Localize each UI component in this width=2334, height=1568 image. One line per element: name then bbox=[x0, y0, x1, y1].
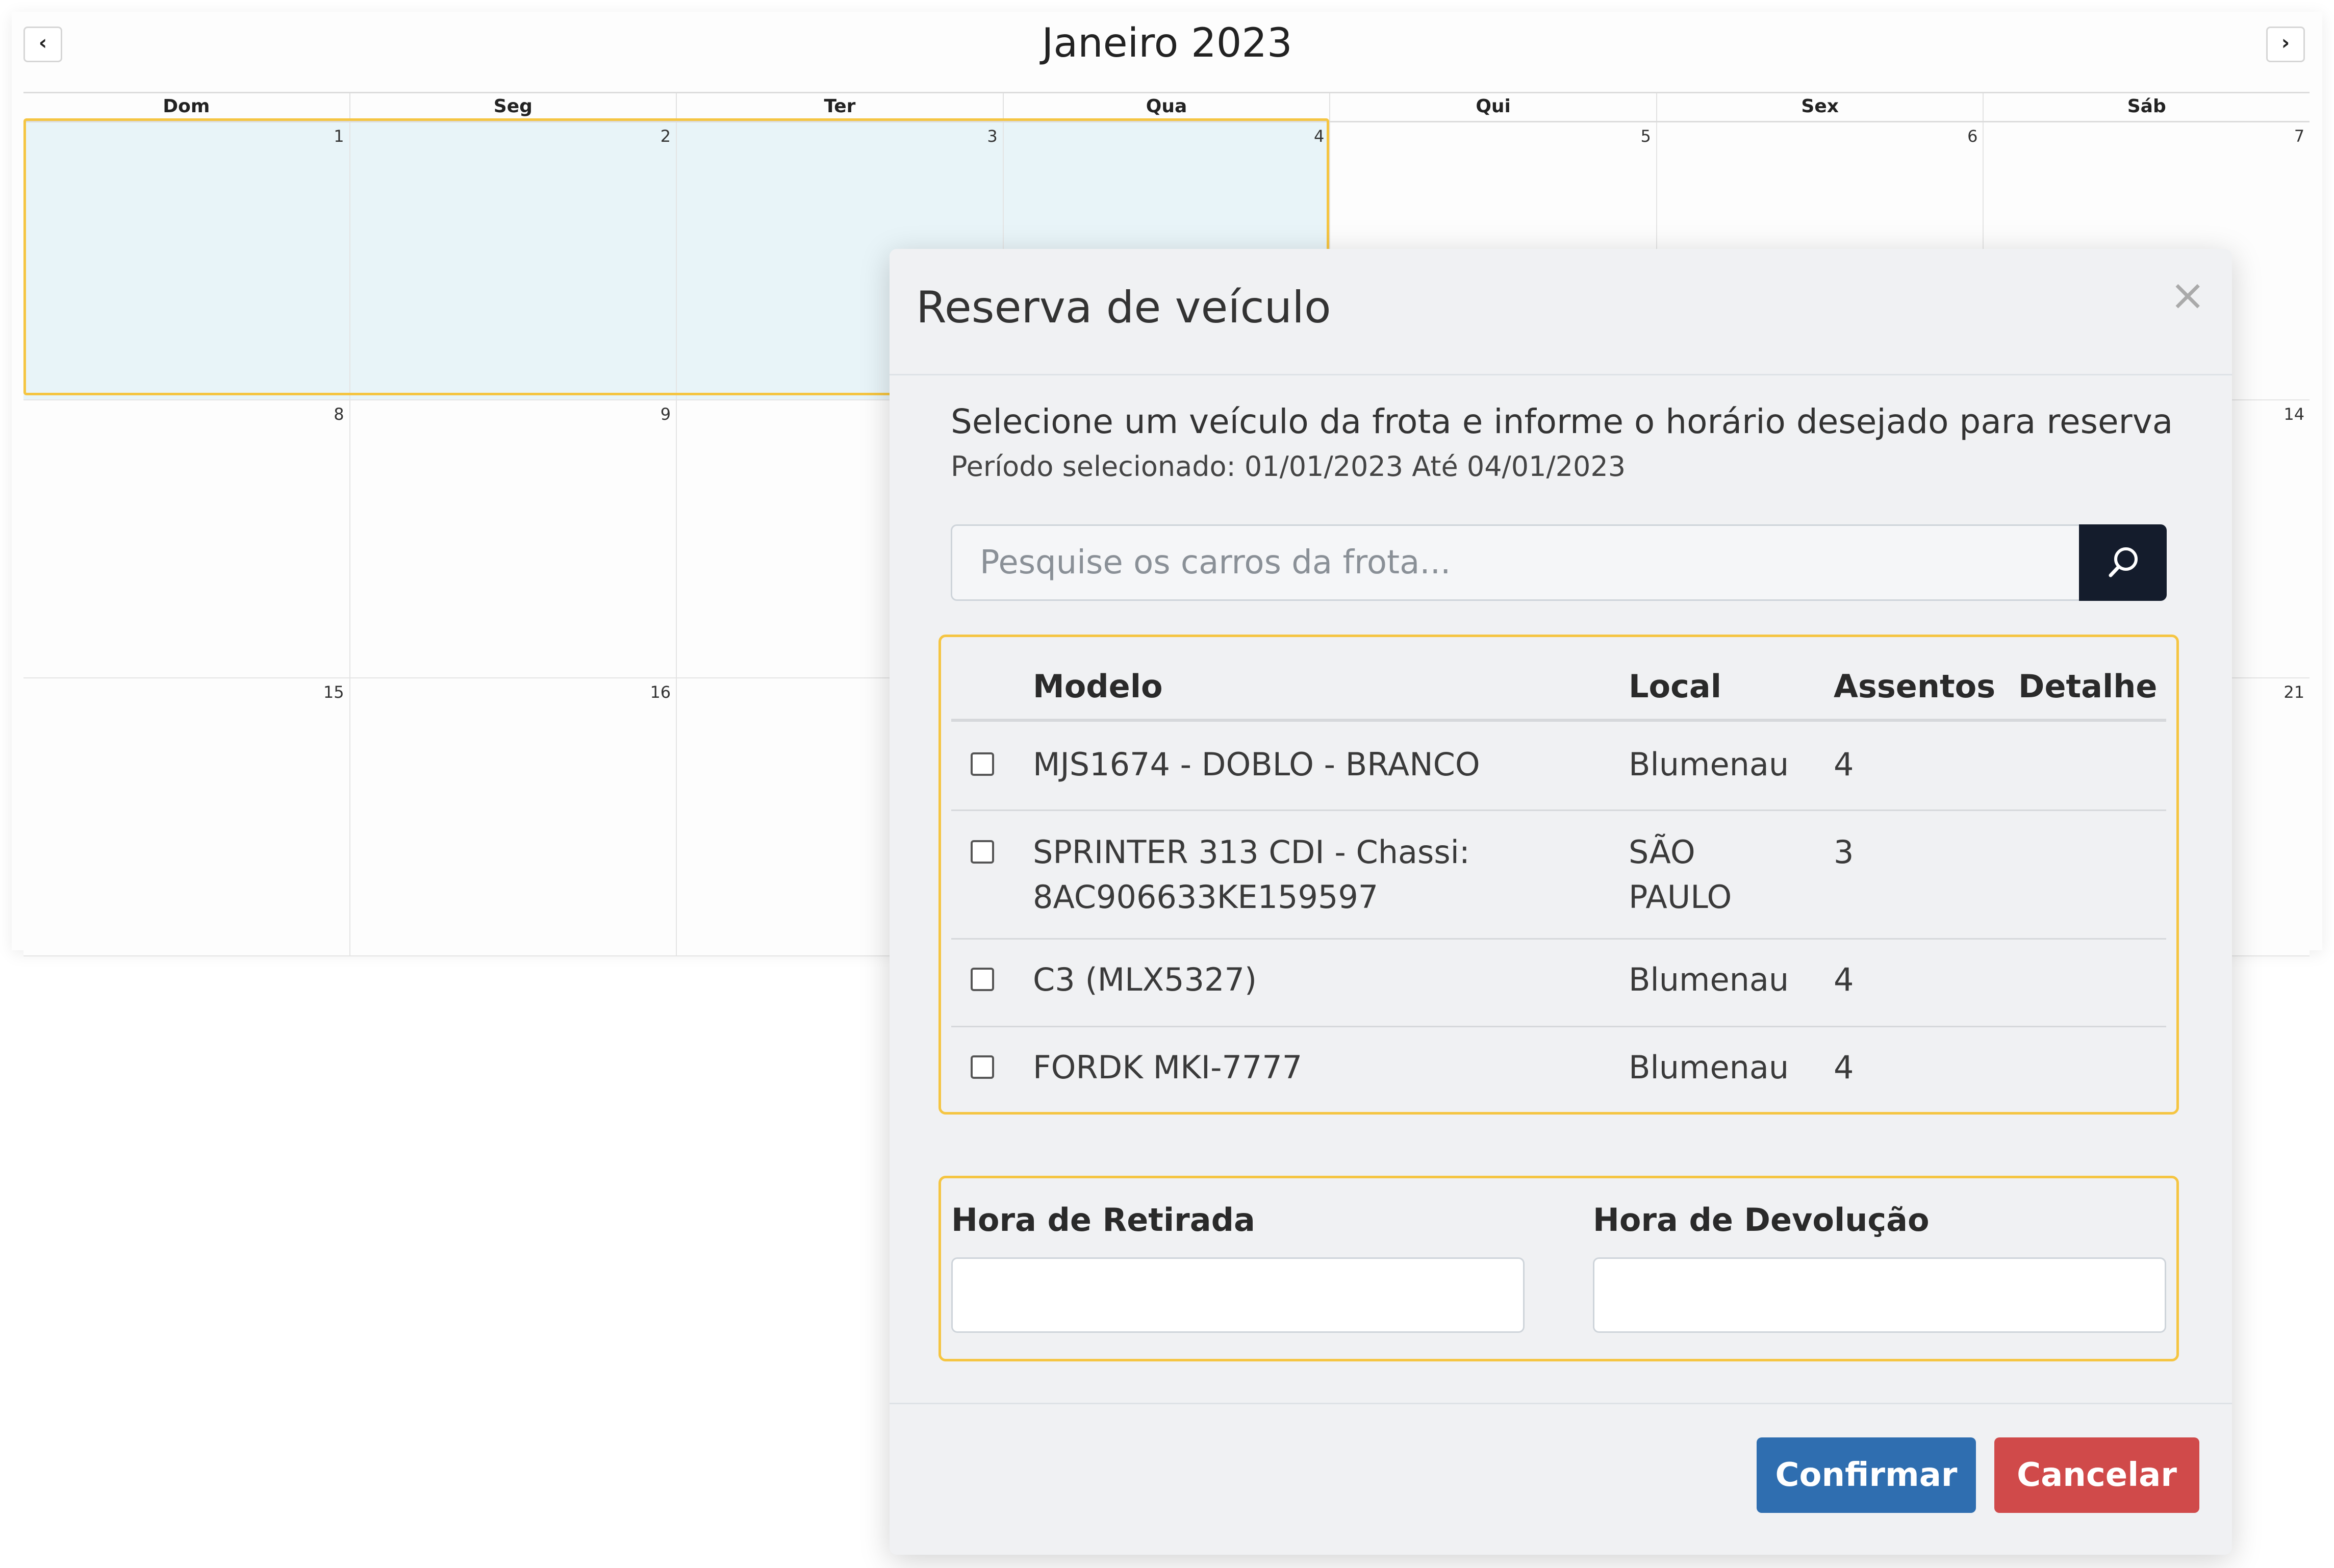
day-cell[interactable]: 1 bbox=[23, 122, 349, 399]
vehicle-seats: 3 bbox=[1834, 833, 1854, 871]
day-number: 8 bbox=[334, 404, 344, 424]
day-number: 6 bbox=[1967, 127, 1978, 146]
vehicle-checkbox[interactable] bbox=[971, 840, 994, 864]
modal-title: Reserva de veículo bbox=[916, 282, 1331, 333]
day-number: 2 bbox=[660, 127, 671, 146]
vehicle-seats: 4 bbox=[1834, 1049, 1854, 1086]
day-number: 21 bbox=[2284, 682, 2305, 702]
calendar-title: Janeiro 2023 bbox=[1042, 20, 1292, 66]
vehicle-model: C3 (MLX5327) bbox=[1033, 961, 1257, 998]
day-cell[interactable]: 15 bbox=[23, 678, 349, 955]
vehicle-location-line2: PAULO bbox=[1629, 878, 1732, 916]
vehicle-location: Blumenau bbox=[1629, 961, 1789, 998]
vehicle-model: SPRINTER 313 CDI - Chassi: bbox=[1033, 833, 1470, 871]
vehicle-seats: 4 bbox=[1834, 961, 1854, 998]
fleet-search-input[interactable] bbox=[951, 524, 2079, 601]
pickup-time-label: Hora de Retirada bbox=[951, 1201, 1255, 1238]
table-row[interactable]: C3 (MLX5327) Blumenau 4 bbox=[951, 938, 2166, 1027]
weekday-label: Dom bbox=[163, 96, 210, 117]
confirm-button[interactable]: Confirmar bbox=[1757, 1437, 1976, 1513]
table-row[interactable]: SPRINTER 313 CDI - Chassi: 8AC906633KE15… bbox=[951, 810, 2166, 940]
vehicle-location: Blumenau bbox=[1629, 1049, 1789, 1086]
reservation-modal: Reserva de veículo × Selecione um veícul… bbox=[890, 249, 2232, 1555]
table-row[interactable]: FORDK MKI-7777 Blumenau 4 bbox=[951, 1026, 2166, 1110]
column-header-modelo: Modelo bbox=[1033, 668, 1163, 705]
day-number: 9 bbox=[660, 404, 671, 424]
modal-header: Reserva de veículo × bbox=[890, 249, 2232, 375]
hours-section: Hora de Retirada Hora de Devolução bbox=[938, 1176, 2179, 1361]
day-number: 16 bbox=[650, 682, 671, 702]
day-number: 3 bbox=[987, 127, 998, 146]
next-month-button[interactable]: › bbox=[2266, 27, 2305, 62]
close-icon[interactable]: × bbox=[2170, 273, 2205, 316]
return-time-label: Hora de Devolução bbox=[1593, 1201, 1930, 1238]
weekday-label: Ter bbox=[676, 93, 1003, 121]
day-cell[interactable]: 2 bbox=[349, 122, 676, 399]
chevron-right-icon: › bbox=[2281, 31, 2290, 55]
day-number: 7 bbox=[2294, 127, 2305, 146]
vehicle-checkbox[interactable] bbox=[971, 968, 994, 991]
day-number: 1 bbox=[334, 127, 344, 146]
weekday-header: Dom Seg Ter Qua Qui Sex Sáb bbox=[23, 92, 2310, 122]
vehicle-model-line2: 8AC906633KE159597 bbox=[1033, 878, 1379, 916]
day-cell[interactable]: 9 bbox=[349, 400, 676, 677]
vehicle-checkbox[interactable] bbox=[971, 1055, 994, 1079]
day-cell[interactable]: 8 bbox=[23, 400, 349, 677]
search-icon bbox=[2109, 547, 2138, 577]
day-number: 15 bbox=[323, 682, 344, 702]
weekday-label: Qua bbox=[1002, 93, 1330, 121]
column-header-detalhe: Detalhe bbox=[2018, 668, 2158, 705]
table-row[interactable]: MJS1674 - DOBLO - BRANCO Blumenau 4 bbox=[951, 722, 2166, 811]
weekday-label: Sáb bbox=[1983, 93, 2310, 121]
search-button[interactable] bbox=[2079, 524, 2167, 601]
day-number: 5 bbox=[1640, 127, 1651, 146]
weekday-label: Seg bbox=[349, 93, 676, 121]
modal-footer-divider bbox=[890, 1403, 2232, 1404]
vehicle-location: Blumenau bbox=[1629, 746, 1789, 783]
day-number: 4 bbox=[1313, 127, 1325, 146]
day-cell[interactable]: 16 bbox=[349, 678, 676, 955]
selected-period: Período selecionado: 01/01/2023 Até 04/0… bbox=[951, 450, 1626, 483]
vehicle-location: SÃO bbox=[1629, 833, 1695, 871]
vehicle-table: Modelo Local Assentos Detalhe MJS1674 - … bbox=[938, 635, 2179, 1115]
modal-intro-text: Selecione um veículo da frota e informe … bbox=[951, 402, 2173, 441]
pickup-time-input[interactable] bbox=[951, 1257, 1525, 1333]
vehicle-checkbox[interactable] bbox=[971, 752, 994, 776]
column-header-local: Local bbox=[1629, 668, 1721, 705]
weekday-label: Qui bbox=[1329, 93, 1656, 121]
vehicle-model: FORDK MKI-7777 bbox=[1033, 1049, 1303, 1086]
vehicle-model: MJS1674 - DOBLO - BRANCO bbox=[1033, 746, 1480, 783]
vehicle-seats: 4 bbox=[1834, 746, 1854, 783]
day-number: 14 bbox=[2284, 404, 2305, 424]
return-time-input[interactable] bbox=[1593, 1257, 2166, 1333]
column-header-assentos: Assentos bbox=[1834, 668, 1996, 705]
weekday-label: Sex bbox=[1656, 93, 1983, 121]
cancel-button[interactable]: Cancelar bbox=[1994, 1437, 2199, 1513]
